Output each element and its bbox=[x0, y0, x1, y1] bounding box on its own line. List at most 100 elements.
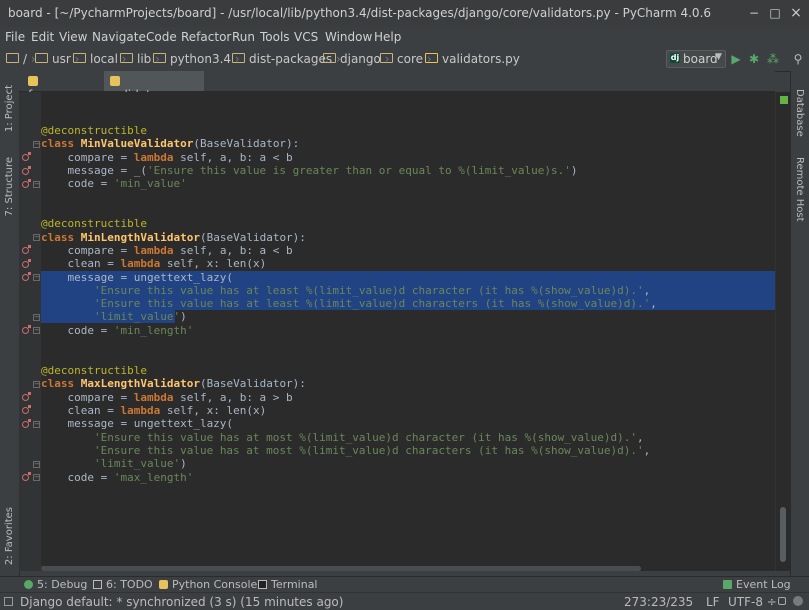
menu-help[interactable]: Help bbox=[374, 30, 401, 44]
breadcrumb-local[interactable]: local › bbox=[73, 52, 127, 66]
override-icon[interactable] bbox=[22, 325, 31, 334]
editor-tabs: forms.py✕ validators.py✕ bbox=[19, 71, 775, 102]
caret-position[interactable]: 273:23/235 bbox=[624, 595, 693, 609]
override-icon[interactable] bbox=[22, 259, 31, 268]
menu-code[interactable]: Code bbox=[146, 30, 177, 44]
menu-navigate[interactable]: Navigate bbox=[92, 30, 146, 44]
terminal-tool-button[interactable]: Terminal bbox=[258, 578, 318, 591]
fold-icon[interactable]: − bbox=[33, 141, 40, 148]
code-line: code = 'max_length' bbox=[41, 471, 194, 484]
left-tool-strip: 1: Project 7: Structure 2: Favorites bbox=[0, 71, 20, 576]
code-line: 'Ensure this value has at most %(limit_v… bbox=[93, 431, 644, 444]
fold-icon[interactable]: − bbox=[33, 274, 40, 281]
code-line: 'Ensure this value has at least %(limit_… bbox=[93, 297, 657, 310]
todo-tool-button[interactable]: 6: TODO bbox=[93, 578, 153, 591]
code-line: message = ungettext_lazy( bbox=[41, 271, 234, 284]
scrollbar-thumb[interactable] bbox=[780, 507, 786, 562]
folder-icon bbox=[153, 53, 166, 63]
event-log-button[interactable]: Event Log bbox=[723, 578, 791, 591]
code-editor[interactable]: @deconstructible class MinValueValidator(… bbox=[41, 92, 775, 571]
breadcrumb-core[interactable]: core › bbox=[380, 52, 432, 66]
breadcrumb-root[interactable]: / › bbox=[6, 52, 36, 66]
bottom-tool-strip: 5: Debug 6: TODO Python Console Terminal… bbox=[0, 576, 809, 593]
vertical-scrollbar[interactable] bbox=[775, 92, 791, 571]
chevron-down-icon: ▼ bbox=[715, 52, 722, 62]
favorites-tool-button[interactable]: 2: Favorites bbox=[4, 507, 15, 565]
code-line: class MaxLengthValidator(BaseValidator): bbox=[41, 377, 306, 390]
python-file-icon bbox=[425, 53, 438, 63]
tab-forms-py[interactable]: forms.py✕ bbox=[22, 71, 102, 102]
code-line: @deconstructible bbox=[41, 364, 147, 377]
fold-icon[interactable]: − bbox=[33, 181, 40, 188]
code-line: 'limit_value') bbox=[93, 457, 187, 470]
override-icon[interactable] bbox=[22, 245, 31, 254]
run-icon[interactable]: ▶ bbox=[729, 52, 743, 66]
project-tool-button[interactable]: 1: Project bbox=[4, 85, 15, 132]
run-configuration-select[interactable]: dj board ▼ bbox=[666, 50, 726, 68]
code-line: message = _('Ensure this value is greate… bbox=[41, 164, 578, 177]
fold-icon[interactable]: − bbox=[33, 474, 40, 481]
override-icon[interactable] bbox=[22, 472, 31, 481]
override-icon[interactable] bbox=[22, 166, 31, 175]
breadcrumb-file[interactable]: validators.py bbox=[425, 52, 520, 66]
override-icon[interactable] bbox=[22, 272, 31, 281]
horizontal-scrollbar[interactable] bbox=[41, 566, 775, 572]
menu-tools[interactable]: Tools bbox=[260, 30, 290, 44]
override-icon[interactable] bbox=[22, 405, 31, 414]
status-bar: Django default: * synchronized (3 s) (15… bbox=[0, 592, 809, 610]
minimize-button[interactable]: − bbox=[745, 4, 763, 22]
python-file-icon bbox=[28, 76, 38, 86]
fold-icon[interactable]: − bbox=[33, 421, 40, 428]
folder-icon bbox=[232, 53, 245, 63]
fold-icon[interactable]: − bbox=[33, 314, 40, 321]
file-encoding[interactable]: UTF-8 ÷ bbox=[728, 595, 777, 609]
folder-icon bbox=[323, 53, 336, 63]
override-icon[interactable] bbox=[22, 179, 31, 188]
menu-run[interactable]: Run bbox=[232, 30, 255, 44]
lock-icon[interactable] bbox=[778, 597, 786, 605]
maximize-button[interactable]: □ bbox=[766, 4, 784, 22]
right-tool-strip: Database Remote Host bbox=[790, 71, 809, 576]
run-configuration-label: board bbox=[683, 52, 718, 66]
code-line: class MinValueValidator(BaseValidator): bbox=[41, 137, 300, 150]
debug-icon[interactable]: ✱ bbox=[747, 52, 761, 66]
structure-tool-button[interactable]: 7: Structure bbox=[4, 157, 15, 216]
menu-refactor[interactable]: Refactor bbox=[181, 30, 231, 44]
fold-icon[interactable]: − bbox=[33, 381, 40, 388]
remote-host-tool-button[interactable]: Remote Host bbox=[794, 157, 805, 222]
folder-icon bbox=[380, 53, 393, 63]
tab-validators-py[interactable]: validators.py✕ bbox=[104, 71, 204, 102]
menu-vcs[interactable]: VCS bbox=[294, 30, 318, 44]
coverage-icon[interactable]: ⁂ bbox=[766, 52, 780, 66]
menu-bar: File Edit View Navigate Code Refactor Ru… bbox=[0, 27, 809, 47]
override-icon[interactable] bbox=[22, 152, 31, 161]
close-button[interactable]: × bbox=[787, 4, 805, 22]
python-console-icon bbox=[159, 580, 168, 589]
tool-windows-icon[interactable] bbox=[4, 597, 13, 606]
database-tool-button[interactable]: Database bbox=[794, 89, 805, 137]
code-line: @deconstructible bbox=[41, 217, 147, 230]
menu-file[interactable]: File bbox=[5, 30, 25, 44]
override-icon[interactable] bbox=[22, 392, 31, 401]
code-line: compare = lambda self, a, b: a < b bbox=[41, 244, 293, 257]
breadcrumb-python[interactable]: python3.4 › bbox=[153, 52, 240, 66]
debug-tool-button[interactable]: 5: Debug bbox=[24, 578, 87, 591]
menu-window[interactable]: Window bbox=[325, 30, 372, 44]
fold-icon[interactable]: − bbox=[33, 461, 40, 468]
folder-icon bbox=[6, 53, 19, 63]
inspector-icon[interactable] bbox=[793, 596, 803, 606]
menu-edit[interactable]: Edit bbox=[31, 30, 54, 44]
scrollbar-thumb[interactable] bbox=[41, 566, 641, 571]
menu-view[interactable]: View bbox=[59, 30, 87, 44]
line-separator[interactable]: LF bbox=[706, 595, 720, 609]
event-log-icon bbox=[723, 580, 732, 589]
python-console-button[interactable]: Python Console bbox=[159, 578, 257, 591]
editor-gutter[interactable]: − − − − − − − − − − bbox=[19, 92, 41, 571]
search-icon[interactable]: ⚲ bbox=[791, 52, 805, 66]
fold-icon[interactable]: − bbox=[33, 234, 40, 241]
status-message: Django default: * synchronized (3 s) (15… bbox=[20, 595, 344, 609]
fold-icon[interactable]: − bbox=[33, 327, 40, 334]
override-icon[interactable] bbox=[22, 419, 31, 428]
django-icon: dj bbox=[670, 53, 680, 63]
folder-icon bbox=[73, 53, 86, 63]
